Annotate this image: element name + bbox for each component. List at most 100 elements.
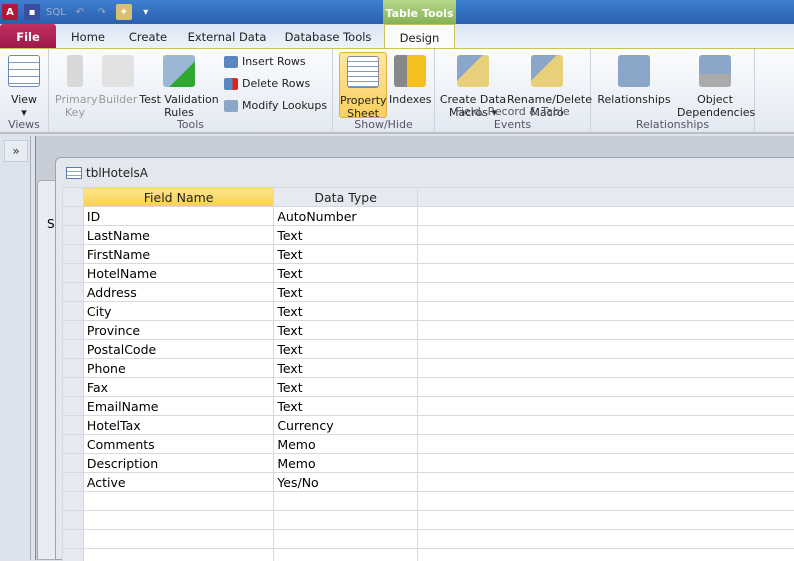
table-row[interactable]: LastNameText <box>63 226 794 245</box>
tab-design[interactable]: Design <box>384 24 455 49</box>
tab-database-tools[interactable]: Database Tools <box>280 24 376 48</box>
table-row[interactable]: CityText <box>63 302 794 321</box>
description-cell[interactable] <box>418 549 794 561</box>
description-cell[interactable] <box>418 245 794 264</box>
expand-nav-pane-button[interactable]: » <box>4 140 28 162</box>
field-name-cell[interactable]: Comments <box>83 435 273 454</box>
row-selector[interactable] <box>63 473 84 492</box>
row-selector[interactable] <box>63 378 84 397</box>
table-row[interactable]: DescriptionMemo <box>63 454 794 473</box>
table-row[interactable] <box>63 511 794 530</box>
row-selector[interactable] <box>63 226 84 245</box>
data-type-cell[interactable]: Text <box>274 378 418 397</box>
row-selector[interactable] <box>63 492 84 511</box>
data-type-cell[interactable] <box>274 492 418 511</box>
data-type-cell[interactable]: Currency <box>274 416 418 435</box>
description-cell[interactable] <box>418 226 794 245</box>
table-row[interactable]: AddressText <box>63 283 794 302</box>
table-row[interactable]: CommentsMemo <box>63 435 794 454</box>
field-name-cell[interactable] <box>83 530 273 549</box>
data-type-cell[interactable]: Memo <box>274 454 418 473</box>
table-row[interactable]: HotelNameText <box>63 264 794 283</box>
test-validation-rules-button[interactable]: Test ValidationRules <box>139 55 219 119</box>
tab-external-data[interactable]: External Data <box>184 24 270 48</box>
field-name-cell[interactable]: ID <box>83 207 273 226</box>
row-selector[interactable] <box>63 207 84 226</box>
data-type-cell[interactable] <box>274 549 418 561</box>
row-selector[interactable] <box>63 435 84 454</box>
data-type-cell[interactable]: Text <box>274 302 418 321</box>
data-type-cell[interactable]: Text <box>274 245 418 264</box>
field-name-cell[interactable]: Fax <box>83 378 273 397</box>
field-name-cell[interactable]: HotelTax <box>83 416 273 435</box>
description-cell[interactable] <box>418 378 794 397</box>
field-name-cell[interactable]: Description <box>83 454 273 473</box>
data-type-cell[interactable]: Text <box>274 397 418 416</box>
column-header-data-type[interactable]: Data Type <box>274 188 418 207</box>
table-row[interactable]: ActiveYes/No <box>63 473 794 492</box>
data-type-cell[interactable] <box>274 511 418 530</box>
description-cell[interactable] <box>418 530 794 549</box>
data-type-cell[interactable]: Text <box>274 340 418 359</box>
row-selector[interactable] <box>63 397 84 416</box>
row-selector[interactable] <box>63 511 84 530</box>
table-row[interactable]: EmailNameText <box>63 397 794 416</box>
table-row[interactable]: FirstNameText <box>63 245 794 264</box>
data-type-cell[interactable]: Text <box>274 283 418 302</box>
description-cell[interactable] <box>418 283 794 302</box>
table-row[interactable]: IDAutoNumber <box>63 207 794 226</box>
tab-create[interactable]: Create <box>122 24 174 48</box>
row-selector[interactable] <box>63 283 84 302</box>
description-cell[interactable] <box>418 340 794 359</box>
access-app-icon[interactable]: A <box>2 4 18 20</box>
description-cell[interactable] <box>418 321 794 340</box>
field-name-cell[interactable]: LastName <box>83 226 273 245</box>
field-name-cell[interactable]: Active <box>83 473 273 492</box>
row-selector[interactable] <box>63 340 84 359</box>
modify-lookups-button[interactable]: Modify Lookups <box>224 99 327 112</box>
table-row[interactable]: PostalCodeText <box>63 340 794 359</box>
field-name-cell[interactable]: Phone <box>83 359 273 378</box>
field-name-cell[interactable]: PostalCode <box>83 340 273 359</box>
object-dependencies-button[interactable]: ObjectDependencies <box>677 55 753 119</box>
row-selector[interactable] <box>63 359 84 378</box>
field-name-cell[interactable] <box>83 511 273 530</box>
data-type-cell[interactable]: Yes/No <box>274 473 418 492</box>
description-cell[interactable] <box>418 435 794 454</box>
table-row[interactable]: FaxText <box>63 378 794 397</box>
select-all-corner[interactable] <box>63 188 84 207</box>
save-icon[interactable]: ▪ <box>24 4 40 20</box>
description-cell[interactable] <box>418 397 794 416</box>
column-header-field-name[interactable]: Field Name <box>83 188 273 207</box>
row-selector[interactable] <box>63 549 84 561</box>
view-button[interactable]: View▾ <box>4 55 44 119</box>
field-name-cell[interactable]: EmailName <box>83 397 273 416</box>
undo-icon[interactable]: ↶ <box>72 4 88 20</box>
description-cell[interactable] <box>418 416 794 435</box>
delete-rows-button[interactable]: Delete Rows <box>224 77 310 90</box>
data-type-cell[interactable]: Text <box>274 321 418 340</box>
sql-icon[interactable]: SQL <box>46 4 66 20</box>
indexes-button[interactable]: Indexes <box>389 55 431 106</box>
customize-qat-icon[interactable]: ▾ <box>138 4 154 20</box>
data-type-cell[interactable] <box>274 530 418 549</box>
row-selector[interactable] <box>63 321 84 340</box>
field-name-cell[interactable]: City <box>83 302 273 321</box>
table-row[interactable]: ProvinceText <box>63 321 794 340</box>
row-selector[interactable] <box>63 530 84 549</box>
data-type-cell[interactable]: Text <box>274 359 418 378</box>
wizard-icon[interactable]: ✦ <box>116 4 132 20</box>
builder-button[interactable]: Builder <box>97 55 139 106</box>
description-cell[interactable] <box>418 359 794 378</box>
relationships-button[interactable]: Relationships <box>595 55 673 106</box>
property-sheet-button[interactable]: PropertySheet <box>339 52 387 118</box>
table-row[interactable] <box>63 549 794 561</box>
row-selector[interactable] <box>63 264 84 283</box>
row-selector[interactable] <box>63 416 84 435</box>
table-row[interactable] <box>63 492 794 511</box>
description-cell[interactable] <box>418 264 794 283</box>
insert-rows-button[interactable]: Insert Rows <box>224 55 306 68</box>
row-selector[interactable] <box>63 245 84 264</box>
description-cell[interactable] <box>418 473 794 492</box>
data-type-cell[interactable]: Text <box>274 226 418 245</box>
